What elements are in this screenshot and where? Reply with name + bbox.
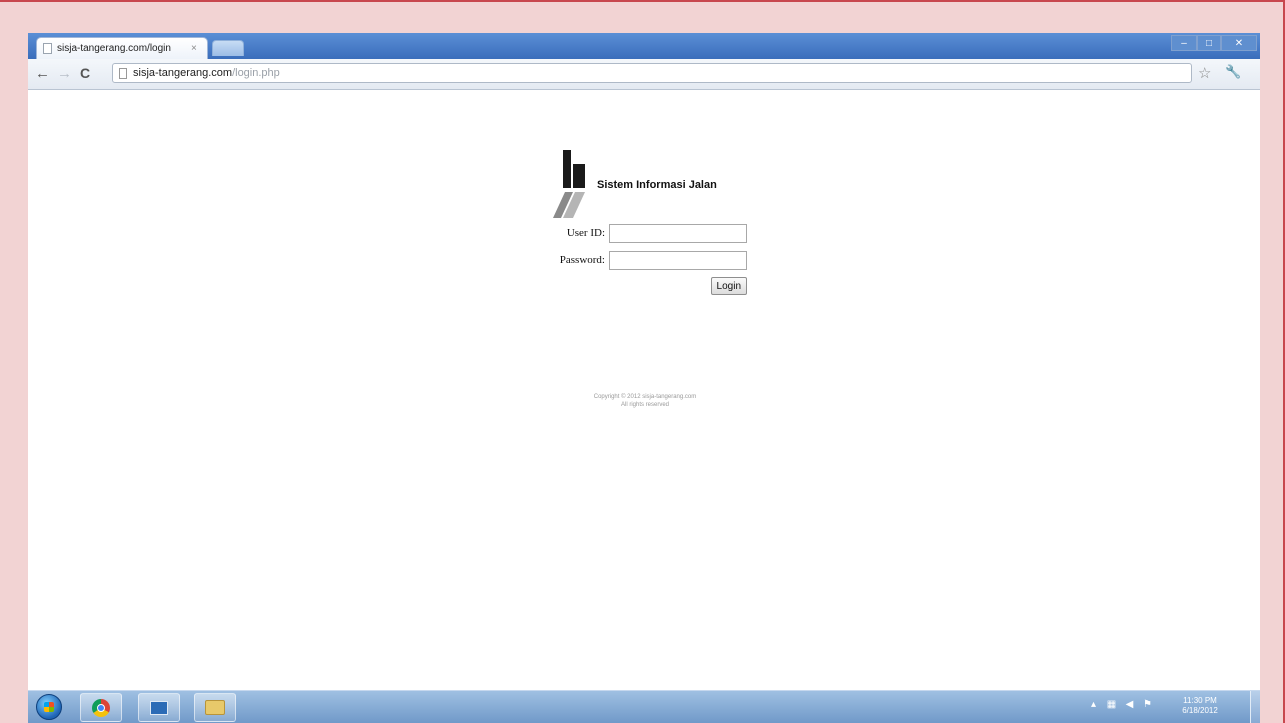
copyright-footer: Copyright © 2012 sisja-tangerang.com All…	[528, 393, 762, 409]
minimize-button[interactable]: –	[1171, 35, 1197, 51]
browser-tabstrip: sisja-tangerang.com/login × – □ ✕	[28, 33, 1260, 59]
web-page: Sistem Informasi Jalan User ID: Password…	[28, 90, 1260, 690]
taskbar-chrome-button[interactable]	[80, 693, 122, 722]
new-tab-button[interactable]	[212, 40, 244, 56]
taskbar-clock[interactable]: 11:30 PM 6/18/2012	[1178, 696, 1222, 716]
address-bar[interactable]: sisja-tangerang.com /login.php	[112, 63, 1192, 83]
volume-icon[interactable]: ◀	[1124, 699, 1135, 710]
userid-label: User ID:	[566, 227, 605, 239]
page-icon	[119, 67, 127, 79]
logo-mark	[553, 150, 585, 218]
windows-logo-icon	[44, 702, 54, 712]
login-button-row: Login	[533, 277, 747, 295]
reload-icon[interactable]: C	[80, 65, 90, 82]
media-player-icon	[150, 700, 168, 715]
url-path: /login.php	[232, 67, 280, 79]
site-logo: Sistem Informasi Jalan	[543, 150, 753, 218]
copyright-text: Copyright © 2012 sisja-tangerang.com	[593, 394, 697, 400]
browser-toolbar: ← → C sisja-tangerang.com /login.php ☆ 🔧	[28, 59, 1260, 90]
userid-row: User ID:	[533, 223, 747, 243]
taskbar-media-button[interactable]	[138, 693, 180, 722]
star-icon[interactable]: ☆	[1198, 64, 1211, 82]
show-desktop-button[interactable]	[1250, 691, 1260, 723]
site-title: Sistem Informasi Jalan	[597, 179, 717, 191]
userid-input[interactable]	[609, 223, 747, 243]
forward-arrow-icon[interactable]: →	[57, 65, 72, 82]
close-window-button[interactable]: ✕	[1221, 35, 1257, 51]
network-icon[interactable]: ▦	[1106, 699, 1117, 710]
back-arrow-icon[interactable]: ←	[35, 65, 50, 82]
frame-top-rule	[0, 0, 1285, 2]
folder-icon	[205, 700, 225, 715]
maximize-button[interactable]: □	[1197, 35, 1221, 51]
login-button[interactable]: Login	[710, 277, 747, 295]
action-center-icon[interactable]: ⚑	[1142, 699, 1153, 710]
clock-time: 11:30 PM	[1183, 696, 1217, 705]
tab-title: sisja-tangerang.com/login	[57, 43, 171, 54]
start-button[interactable]	[36, 694, 62, 720]
windows-taskbar: ▴ ▦ ◀ ⚑ 11:30 PM 6/18/2012	[28, 690, 1260, 723]
password-row: Password:	[533, 250, 747, 270]
close-tab-icon[interactable]: ×	[191, 43, 197, 54]
url-host: sisja-tangerang.com	[133, 67, 233, 79]
clock-date: 6/18/2012	[1182, 706, 1218, 715]
chrome-icon	[92, 698, 110, 717]
login-form: User ID: Password: Login	[533, 223, 747, 295]
tray-arrow-icon[interactable]: ▴	[1088, 699, 1099, 710]
browser-tab[interactable]: sisja-tangerang.com/login ×	[36, 37, 208, 59]
desktop-screen: sisja-tangerang.com/login × – □ ✕ ← → C …	[28, 33, 1260, 723]
password-label: Password:	[559, 254, 605, 266]
taskbar-explorer-button[interactable]	[194, 693, 236, 722]
wrench-icon[interactable]: 🔧	[1225, 64, 1241, 80]
password-input[interactable]	[609, 250, 747, 270]
rights-text: All rights reserved	[620, 402, 670, 408]
page-icon	[43, 43, 52, 54]
system-tray: ▴ ▦ ◀ ⚑	[1088, 699, 1153, 710]
